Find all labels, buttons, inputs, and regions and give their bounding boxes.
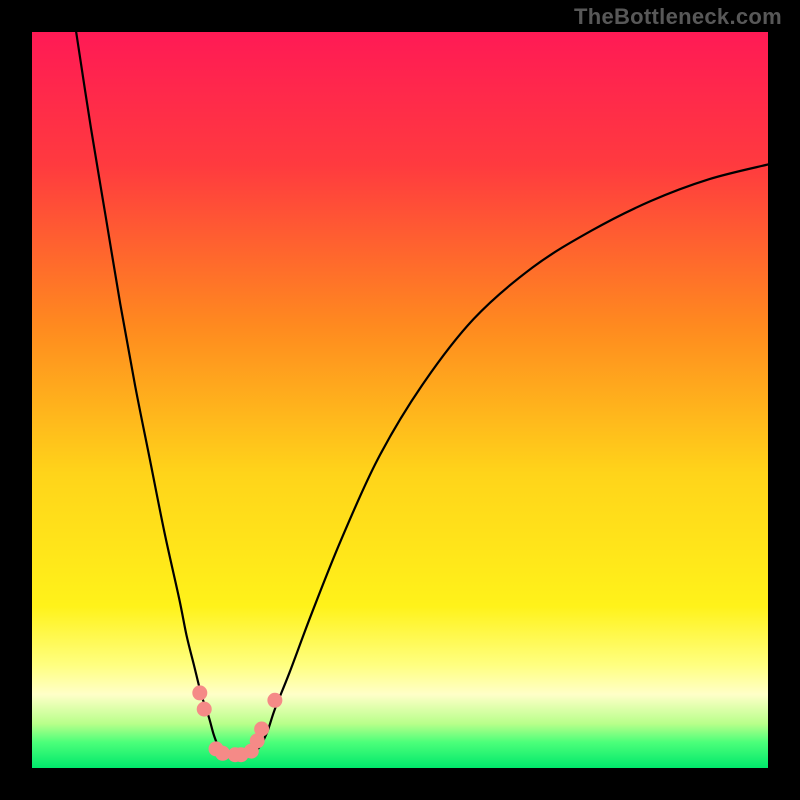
plot-area — [32, 32, 768, 768]
gradient-background — [32, 32, 768, 768]
watermark-text: TheBottleneck.com — [574, 4, 782, 30]
data-marker — [192, 685, 207, 700]
data-marker — [197, 702, 212, 717]
outer-frame: TheBottleneck.com — [0, 0, 800, 800]
data-marker — [254, 721, 269, 736]
bottleneck-chart — [32, 32, 768, 768]
data-marker — [267, 693, 282, 708]
